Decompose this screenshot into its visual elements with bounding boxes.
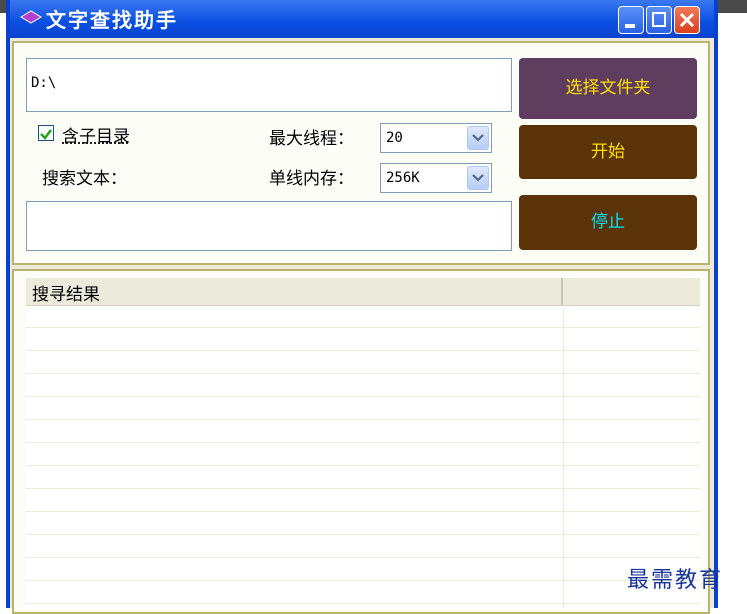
maximize-icon: [652, 12, 666, 27]
results-column2-header[interactable]: [565, 278, 700, 305]
table-row: [26, 397, 700, 420]
watermark-text: 最需教育: [627, 568, 724, 593]
table-row: [26, 466, 700, 489]
column-separator: [563, 305, 564, 608]
results-list[interactable]: 搜寻结果: [26, 278, 700, 608]
results-header: 搜寻结果: [26, 278, 700, 306]
start-button[interactable]: 开始: [519, 125, 697, 179]
minimize-button[interactable]: [618, 6, 644, 34]
table-row: [26, 535, 700, 558]
search-text-input[interactable]: [26, 201, 512, 251]
table-row: [26, 581, 700, 604]
thread-memory-select[interactable]: 256K: [380, 163, 492, 193]
max-threads-select[interactable]: 20: [380, 123, 492, 153]
chevron-down-icon: [472, 134, 484, 142]
maximize-button[interactable]: [646, 6, 672, 34]
table-row: [26, 512, 700, 535]
window-client: D:\ 选择文件夹 开始 停止 含子目录 搜索文本： 最大线程： 20 单线内存…: [10, 38, 714, 614]
max-threads-value: 20: [386, 130, 403, 146]
close-button[interactable]: [674, 6, 700, 34]
max-threads-dropdown-button[interactable]: [467, 126, 489, 150]
path-input[interactable]: D:\: [26, 58, 512, 112]
chevron-down-icon: [472, 174, 484, 182]
include-subdirs-label[interactable]: 含子目录: [62, 122, 130, 147]
table-row: [26, 351, 700, 374]
table-row: [26, 489, 700, 512]
table-row: [26, 443, 700, 466]
thread-memory-label: 单线内存：: [269, 169, 354, 189]
table-row: [26, 604, 700, 608]
search-text-label: 搜索文本：: [42, 169, 127, 189]
app-window: 文字查找助手 D:\ 选择文件夹 开始 停止 含子目录 搜索文本： 最大线程： …: [6, 0, 718, 614]
title-bar[interactable]: 文字查找助手: [10, 0, 714, 38]
thread-memory-dropdown-button[interactable]: [467, 166, 489, 190]
table-row: [26, 558, 700, 581]
thread-memory-value: 256K: [386, 170, 420, 186]
minimize-icon: [625, 24, 635, 28]
stop-button[interactable]: 停止: [519, 195, 697, 250]
include-subdirs-checkbox[interactable]: [38, 125, 54, 141]
window-title: 文字查找助手: [46, 8, 178, 32]
choose-folder-button[interactable]: 选择文件夹: [519, 58, 697, 119]
close-icon: [679, 12, 695, 28]
table-row: [26, 374, 700, 397]
table-row: [26, 420, 700, 443]
results-column-header[interactable]: 搜寻结果: [26, 278, 563, 305]
app-icon: [20, 10, 42, 24]
table-row: [26, 328, 700, 351]
max-threads-label: 最大线程：: [269, 129, 354, 149]
checkmark-icon: [40, 129, 52, 140]
table-row: [26, 305, 700, 328]
